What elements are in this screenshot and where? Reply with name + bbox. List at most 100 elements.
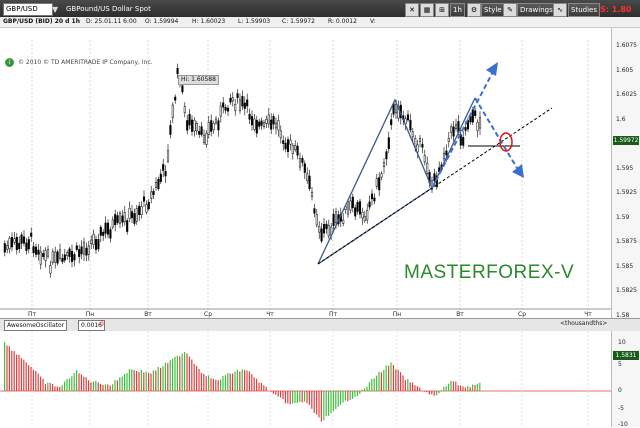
candle-body (388, 138, 390, 149)
period-selector[interactable]: 1h (450, 3, 465, 17)
oscillator-bar (237, 370, 238, 391)
oscillator-value-tag: 1.5831 (613, 351, 639, 360)
oscillator-bar (342, 391, 343, 402)
oscillator-bar (153, 370, 154, 391)
oscillator-bar (78, 373, 79, 391)
oscillator-bar (158, 367, 159, 391)
drawing-tool-icon[interactable]: ✕ (405, 3, 419, 17)
style-icon[interactable]: ⚙ (467, 3, 481, 17)
oscillator-bar (458, 385, 459, 391)
candle-body (69, 249, 71, 257)
price-tick-label: 1.5825 (616, 287, 637, 294)
candle-body (378, 178, 380, 190)
candle-body (434, 174, 436, 181)
oscillator-bar (117, 380, 118, 391)
candle-body (26, 243, 28, 251)
oscillator-bar (263, 385, 264, 391)
oscillator-bar (371, 379, 372, 391)
candle-body (374, 198, 376, 201)
oscillator-pane[interactable] (0, 331, 611, 427)
oscillator-bar (95, 381, 96, 391)
chart-grid-icon[interactable]: ▦ (420, 3, 434, 17)
oscillator-bar (350, 391, 351, 400)
oscillator-bar (364, 388, 365, 391)
oscillator-bar (134, 370, 135, 391)
candle-body (268, 115, 270, 124)
indicator-name[interactable]: AwesomeOscillator (4, 320, 67, 331)
down-arrow-head-icon (512, 164, 524, 178)
oscillator-bar (419, 388, 420, 391)
candle-body (71, 251, 73, 261)
candle-body (232, 98, 234, 101)
oscillator-axis[interactable]: 1050-5-101.5831 (611, 331, 640, 427)
oscillator-bar (100, 384, 101, 391)
style-button[interactable]: Style (481, 3, 505, 17)
indicator-header: AwesomeOscillator 0.0016 0 <thousandths> (0, 318, 640, 332)
bar-low: L: 1.59903 (238, 18, 270, 25)
oscillator-bar (206, 376, 207, 391)
oscillator-bar (170, 360, 171, 391)
oscillator-bar (335, 391, 336, 409)
oscillator-bar (316, 391, 317, 414)
candle-body (474, 111, 476, 116)
oscillator-bar (16, 355, 17, 391)
candle-body (261, 121, 263, 125)
candle-body (182, 86, 184, 92)
zoom-icon[interactable]: ⊞ (435, 3, 449, 17)
oscillator-bar (213, 379, 214, 391)
candle-body (424, 155, 426, 162)
day-label: Пт (28, 311, 37, 318)
candle-body (153, 191, 155, 195)
candle-body (258, 122, 260, 126)
indicator-units: <thousandths> (560, 320, 607, 327)
candle-body (155, 182, 157, 187)
candle-body (448, 138, 450, 141)
oscillator-bar (275, 391, 276, 395)
candle-body (422, 144, 424, 147)
candle-body (280, 131, 282, 138)
symbol-dropdown-icon[interactable]: ▼ (52, 3, 62, 16)
price-tick-label: 1.585 (616, 263, 633, 270)
candle-body (376, 179, 378, 187)
oscillator-bar (446, 386, 447, 391)
candle-body (95, 239, 97, 249)
studies-button[interactable]: Studies (568, 3, 600, 17)
oscillator-bar (472, 385, 473, 391)
oscillator-bar (258, 383, 259, 391)
oscillator-bar (203, 374, 204, 391)
candle-body (354, 208, 356, 216)
oscillator-bar (345, 391, 346, 401)
candle-body (306, 174, 308, 181)
drawings-button[interactable]: Drawings (517, 3, 556, 17)
drawings-icon[interactable]: ✎ (503, 3, 517, 17)
candle-body (254, 119, 256, 129)
oscillator-bar (201, 373, 202, 391)
candle-body (170, 125, 172, 134)
oscillator-bar (438, 391, 439, 393)
oscillator-bar (141, 370, 142, 391)
studies-icon[interactable]: ∿ (553, 3, 567, 17)
candle-body (14, 239, 16, 243)
oscillator-bar (362, 390, 363, 391)
oscillator-bar (129, 369, 130, 391)
price-chart-pane[interactable]: ПтПнВтСрЧтПтПнВтСрЧт i © 2010 © TD AMERI… (0, 28, 611, 318)
oscillator-bar (210, 378, 211, 391)
candle-body (196, 123, 198, 131)
oscillator-bar (155, 371, 156, 391)
oscillator-bar (450, 381, 451, 391)
oscillator-bar (366, 387, 367, 391)
candle-body (162, 164, 164, 170)
oscillator-bar (54, 386, 55, 391)
price-axis[interactable]: 1.60751.6051.60251.61.59751.5951.59251.5… (611, 28, 640, 318)
candle-body (386, 152, 388, 159)
oscillator-bar (222, 376, 223, 391)
oscillator-bar (280, 391, 281, 398)
oscillator-bar (244, 370, 245, 391)
oscillator-bar (378, 372, 379, 391)
price-tick-label: 1.5875 (616, 238, 637, 245)
symbol-input[interactable]: GBP/USD (3, 3, 53, 16)
oscillator-bar (11, 351, 12, 391)
oscillator-bar (230, 374, 231, 391)
candle-body (213, 123, 215, 129)
oscillator-bar (227, 373, 228, 391)
